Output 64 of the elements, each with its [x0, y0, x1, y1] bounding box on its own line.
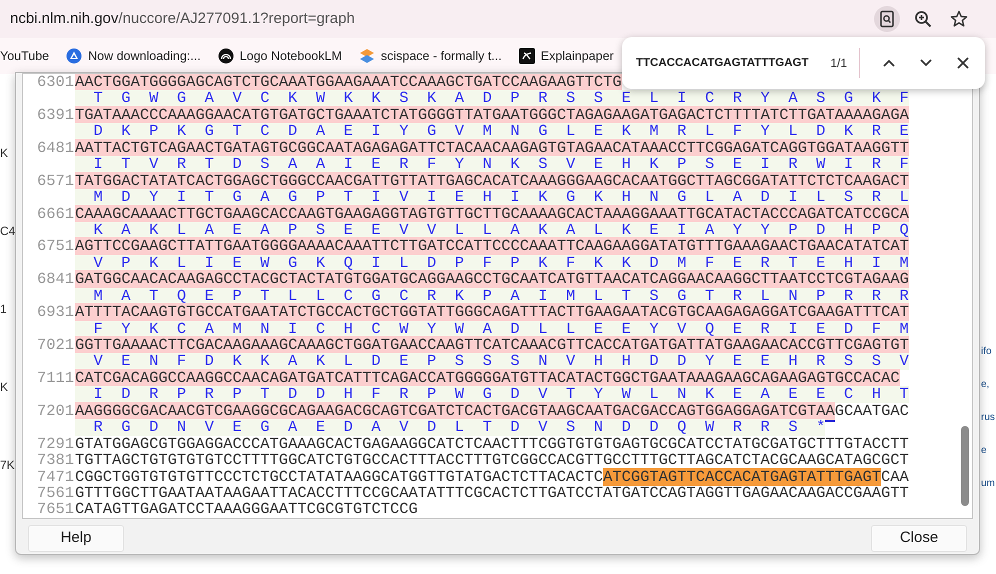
page-text-fragment: C4 [0, 223, 16, 240]
page-text-fragment: rus [981, 411, 996, 425]
dna-sequence: GTATGGAGCGTGGAGGACCCATGAAAGCACTGAGAAGGCATCTCAACTTTCGGTGTGTGAGTGCGCATCCTATGCGATGCTTTGTACCTT [75, 436, 909, 452]
line-number: 7381 [36, 452, 75, 468]
protein-translation: M D Y I T G A G P T I V I E H I K G K H N G L A D I L S R L [75, 189, 909, 206]
find-query[interactable]: TTCACCACATGAGTATTTGAGT [636, 55, 808, 71]
dna-sequence: AACTGGATGGGGAGCAGTCTGCAAATGGAAGAAATCCAAAGCTGATCCAAGAAGTTCTG [75, 74, 622, 90]
page-text-fragment: 1 [0, 301, 8, 318]
line-number: 6481 [36, 140, 75, 156]
arc-circle-icon[interactable] [218, 48, 234, 64]
page-text-fragment: ifo [981, 345, 993, 359]
bookmark-link[interactable]: Now downloading:... [88, 46, 201, 66]
dna-sequence: TGATAAACCCAAAGGAACATGTGATGCTGAAATCTATGGGGTTATGAATGGGCTAGAGAAGATGAGACTCTTTTATCTTGATAAAAGAGA [75, 106, 909, 124]
dialog-button[interactable]: Close [871, 525, 967, 552]
line-number: 6301 [36, 74, 75, 90]
dna-sequence: AGTTCCGAAGCTTATTGAATGGGGAAAACAAATTCTTGATCCATTCCCCAAATTCAAGAAGGATATGTTTGAAAGAACTGAACATATCAT [75, 238, 909, 255]
protein-translation: I T V R T D S A A I E R F Y N K S V E H K P S E I R W I R F [75, 156, 909, 173]
dna-sequence: CAAAGCAAAACTTGCTGAAGCACCAAGTGAAGAGGTAGTGTTGCTTGCAAAAGCACTAAAGGAAATTGCATACTACCCAGATCATCCGCA [75, 206, 909, 222]
protein-translation: T G W G A V C K W K K S K A D P R S S E L I C R Y A S G K F [75, 90, 909, 107]
dna-sequence: GGTTGAAAACTTCGACAAGAAAGCAAAGCTGGATGAACCAAGTTCATCAAACGTTCACCATGATGATTATGAAGAACACCGTTCGAGTGT [75, 337, 909, 354]
layers-icon[interactable] [358, 48, 375, 64]
dna-sequence: AAGGGGCGACAACGTCGAAGGCGCAGAAGACGCAGTCGATCTCACTGACGTAAGCAATGACGACCAGTGGAGGAGATCGTAAGCAATGAC [75, 402, 909, 420]
dna-sequence: AATTACTGTCAGAACTGATAGTGCGGCAATAGAGAGATTCTACAACAAGAGTGTAGAACATAAACCTTCGGAGATCAGGTGGATAAGGTT [75, 140, 909, 156]
scrollbar-thumb[interactable] [961, 426, 969, 506]
protein-translation: V E N F D K K A K L D E P S S S N V H H D D Y E E H R S S V [75, 353, 909, 370]
match-count: 1/1 [830, 55, 847, 71]
dialog-button[interactable]: Help [28, 525, 124, 552]
line-number: 7651 [36, 501, 75, 518]
bookmark-link[interactable]: Explainpaper [540, 46, 614, 66]
dna-sequence: GATGGCAACACAAGAGCCTACGCTACTATGTGGATGCAGGAAGCCTGCAATCATGTTAACATCAGGAACAAGGCTTAATCCTCGTAGAAG [75, 271, 909, 288]
page-search-icon[interactable] [874, 6, 900, 32]
line-number: 7561 [36, 484, 75, 502]
page-text-fragment: 7K [0, 457, 16, 474]
dna-sequence: ATTTTACAAGTGTGCCATGAATATCTGCCACTGCTGGTATTGGGCAGATTTACTTGAAGAATACGTGCAAGAGAGGATCGAAGATTTCAT [75, 304, 909, 321]
dna-sequence: TGTTAGCTGTGTGTGTCCTTTTGGCATCTGTGCCACTTTACCTTTGTCGGCCACGTTGCCTTTGCTTAGCATCTACGCAAGCATAGCGCT [75, 452, 909, 468]
dna-sequence: TATGGACTATATCACTGGAGCTGGGCCAACGATTGTTATTGAGCACATCAAAGGGAAGCACAATGGCTTAGCGGATATTCTCTCAAGACT [75, 172, 909, 190]
line-number: 7111 [36, 370, 75, 386]
page-text-fragment: e [981, 444, 988, 458]
dna-sequence: CATAGTTGAGATCCTAAAGGGAATTCGCGTGTCTCCG [75, 501, 418, 518]
page-text-fragment: e, [981, 378, 990, 392]
line-number: 7201 [36, 402, 75, 420]
line-number: 7021 [36, 337, 75, 354]
dna-sequence: GTTTGGCTTGAATAATAAGAATTACACCTTTCCGCAATATTTCGCACTCTTGATCCTATGATCCAGTAGGTTGAGAACAAGACCGAAGTT [75, 484, 909, 502]
line-number: 6571 [36, 172, 75, 190]
triangle-circle-icon[interactable] [66, 48, 82, 64]
page-text-fragment: um [981, 477, 996, 491]
bookmark-link[interactable]: Logo NotebookLM [240, 46, 342, 66]
line-number: 6391 [36, 106, 75, 124]
dna-sequence: CGGCTGGTGTGTGTTCCCTCTGCCTATATAAGGCATGGTTGTATGACTCTTACACTCATCGGTAGTTCACCACATGAGTATTTGAGTCAA [75, 468, 909, 485]
line-number: 6841 [36, 271, 75, 288]
line-number: 7291 [36, 436, 75, 452]
line-number: 7471 [36, 468, 75, 485]
line-number: 6751 [36, 238, 75, 255]
line-number: 6931 [36, 304, 75, 321]
bookmark-link[interactable]: YouTube [0, 46, 50, 66]
dna-sequence: CATCGACAGGCCAAGGCCAACAGATGATCATTTCAGACCATGGGGGATGTTACATACTGGCTGAATAAAGAAGCAGAAGAGTGCCACAC [75, 370, 900, 386]
protein-translation: D K P K G T C D A E I Y G V M N G L E K M R L F Y L D K R E [75, 123, 909, 140]
page-text-fragment: K [0, 145, 10, 162]
square-logo-icon[interactable] [518, 48, 535, 64]
protein-translation: I D R P R P T D D H F R P W G D V T Y W L N K E A E E C H T [75, 386, 909, 403]
line-number: 6661 [36, 206, 75, 222]
bookmark-link[interactable]: scispace - formally t... [380, 46, 502, 66]
protein-translation: R G D N V E G A E D A V D L T D V S N D D Q W R R S * [75, 419, 826, 436]
page-text-fragment: K [0, 379, 10, 396]
